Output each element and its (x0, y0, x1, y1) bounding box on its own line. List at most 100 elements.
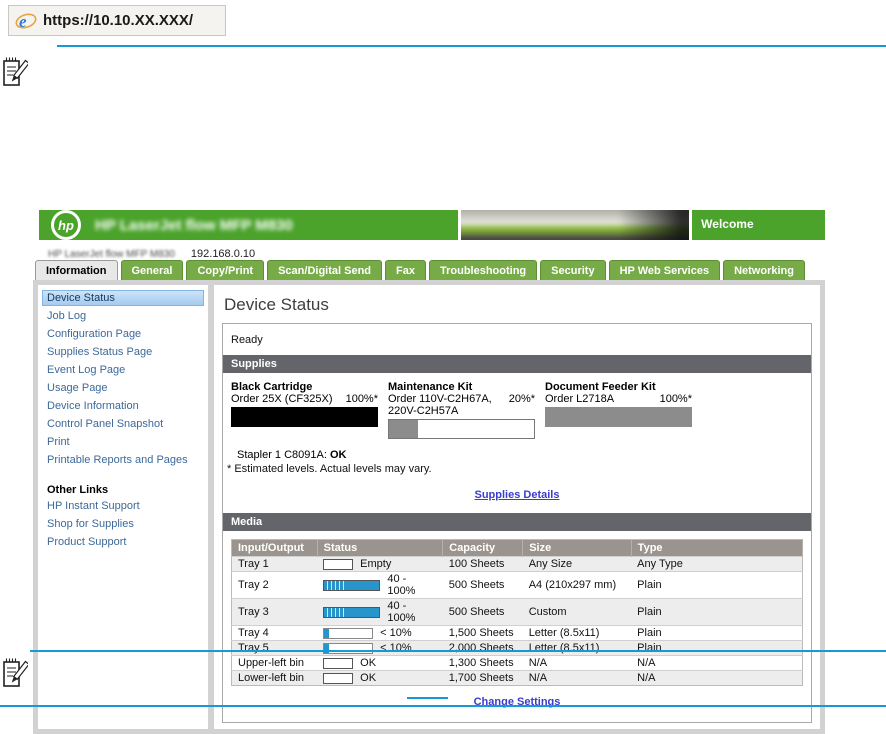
supply-order-number: Order 110V-C2H67A, 220V-C2H57A (388, 393, 505, 417)
sidebar-item-device-information[interactable]: Device Information (42, 398, 204, 414)
media-size: N/A (523, 656, 631, 671)
media-status-cell: 40 - 100% (317, 599, 443, 626)
stapler-label: Stapler 1 C8091A: (237, 449, 327, 461)
supply-name: Black Cartridge (231, 381, 378, 393)
supplies-details-link-row: Supplies Details (223, 475, 811, 513)
main-panel: Device Status Ready Supplies Black Cartr… (214, 285, 820, 729)
media-input-output: Upper-left bin (232, 656, 318, 671)
ews-banner-brand: hp HP LaserJet flow MFP M830 (39, 210, 458, 240)
media-level-bar (323, 580, 380, 591)
footer-short-rule (407, 697, 448, 699)
ews-screenshot: hp HP LaserJet flow MFP M830 Welcome HP … (33, 210, 825, 646)
media-capacity: 2,000 Sheets (443, 641, 523, 656)
media-input-output: Lower-left bin (232, 671, 318, 686)
sidebar-item-device-status[interactable]: Device Status (42, 290, 204, 306)
banner-product-name: HP LaserJet flow MFP M830 (95, 217, 293, 234)
media-input-output: Tray 4 (232, 626, 318, 641)
media-status-cell: Empty (317, 557, 443, 572)
media-status-cell: OK (317, 656, 443, 671)
media-type: N/A (631, 671, 802, 686)
sidebar-item-job-log[interactable]: Job Log (42, 308, 204, 324)
media-status-label: 40 - 100% (387, 600, 436, 624)
supply-order-number: Order L2718A (545, 393, 656, 405)
supply-level-bar (231, 407, 378, 427)
supply-level-fill (389, 420, 418, 438)
media-size: N/A (523, 671, 631, 686)
media-table: Input/OutputStatusCapacitySizeType Tray … (231, 539, 803, 686)
media-level-bar (323, 559, 353, 570)
tab-fax[interactable]: Fax (385, 260, 426, 280)
other-link-shop-for-supplies[interactable]: Shop for Supplies (42, 516, 204, 532)
supply-level-percent: 20%* (509, 393, 535, 405)
column-header-capacity: Capacity (443, 540, 523, 557)
media-status-label: OK (360, 672, 376, 684)
sidebar-item-printable-reports-and-pages[interactable]: Printable Reports and Pages (42, 452, 204, 468)
supply-document-feeder-kit: Document Feeder KitOrder L2718A100%* (545, 381, 692, 439)
media-row-lower-left-bin: Lower-left binOK1,700 SheetsN/AN/A (232, 671, 803, 686)
estimated-levels-footnote: * Estimated levels. Actual levels may va… (223, 461, 811, 475)
tab-troubleshooting[interactable]: Troubleshooting (429, 260, 537, 280)
media-status-label: < 10% (380, 627, 412, 639)
media-row-tray-1: Tray 1Empty100 SheetsAny SizeAny Type (232, 557, 803, 572)
tab-security[interactable]: Security (540, 260, 605, 280)
media-capacity: 1,700 Sheets (443, 671, 523, 686)
sidebar-item-control-panel-snapshot[interactable]: Control Panel Snapshot (42, 416, 204, 432)
supplies-section-header: Supplies (223, 355, 811, 373)
tab-general[interactable]: General (121, 260, 184, 280)
supplies-details-link[interactable]: Supplies Details (475, 489, 560, 501)
media-status-label: Empty (360, 558, 391, 570)
media-type: Plain (631, 572, 802, 599)
column-header-type: Type (631, 540, 802, 557)
browser-address-bar[interactable]: e https://10.10.XX.XXX/ (8, 5, 226, 36)
sidebar-item-supplies-status-page[interactable]: Supplies Status Page (42, 344, 204, 360)
media-capacity: 1,300 Sheets (443, 656, 523, 671)
supply-order-row: Order L2718A 100%* (545, 393, 692, 405)
note-icon (2, 54, 28, 88)
svg-text:e: e (19, 12, 27, 31)
media-row-tray-2: Tray 240 - 100%500 SheetsA4 (210x297 mm)… (232, 572, 803, 599)
media-status-label: 40 - 100% (387, 573, 436, 597)
media-input-output: Tray 3 (232, 599, 318, 626)
sidebar-item-print[interactable]: Print (42, 434, 204, 450)
sidebar-item-usage-page[interactable]: Usage Page (42, 380, 204, 396)
other-link-product-support[interactable]: Product Support (42, 534, 204, 550)
device-status-box: Ready Supplies Black CartridgeOrder 25X … (222, 323, 812, 723)
media-status-label: OK (360, 657, 376, 669)
device-model-text: HP LaserJet flow MFP M830 (48, 249, 175, 260)
supply-maintenance-kit: Maintenance KitOrder 110V-C2H67A, 220V-C… (388, 381, 535, 439)
media-capacity: 1,500 Sheets (443, 626, 523, 641)
supply-level-percent: 100%* (660, 393, 692, 405)
media-capacity: 500 Sheets (443, 572, 523, 599)
other-link-hp-instant-support[interactable]: HP Instant Support (42, 498, 204, 514)
media-level-bar (323, 673, 353, 684)
ews-content-region: Device Status Job Log Configuration Page Su… (33, 280, 825, 734)
media-size: Custom (523, 599, 631, 626)
media-type: Plain (631, 626, 802, 641)
hp-logo: hp (51, 210, 81, 240)
sidebar-item-event-log-page[interactable]: Event Log Page (42, 362, 204, 378)
browser-url-text[interactable]: https://10.10.XX.XXX/ (43, 12, 193, 29)
sidebar-item-configuration-page[interactable]: Configuration Page (42, 326, 204, 342)
supply-level-percent: 100%* (346, 393, 378, 405)
device-identity-line: HP LaserJet flow MFP M830 192.168.0.10 (33, 240, 825, 260)
supply-name: Maintenance Kit (388, 381, 535, 393)
media-input-output: Tray 1 (232, 557, 318, 572)
sidebar-nav: Device Status Job Log Configuration Page Su… (38, 285, 208, 729)
media-status-cell: < 10% (317, 626, 443, 641)
tab-hp-web-services[interactable]: HP Web Services (609, 260, 720, 280)
media-capacity: 500 Sheets (443, 599, 523, 626)
media-input-output: Tray 2 (232, 572, 318, 599)
media-size: Any Size (523, 557, 631, 572)
tab-copy-print[interactable]: Copy/Print (186, 260, 264, 280)
column-header-status: Status (317, 540, 443, 557)
printer-status-text: Ready (223, 324, 811, 355)
tab-networking[interactable]: Networking (723, 260, 805, 280)
media-level-bar (323, 658, 353, 669)
media-type: Plain (631, 641, 802, 656)
tab-scan-digital-send[interactable]: Scan/Digital Send (267, 260, 382, 280)
supply-level-fill (232, 408, 377, 426)
media-input-output: Tray 5 (232, 641, 318, 656)
ews-header-banner: hp HP LaserJet flow MFP M830 Welcome (33, 210, 825, 240)
tab-information[interactable]: Information (35, 260, 118, 280)
sidebar-items: Device Status Job Log Configuration Page Su… (42, 290, 204, 468)
